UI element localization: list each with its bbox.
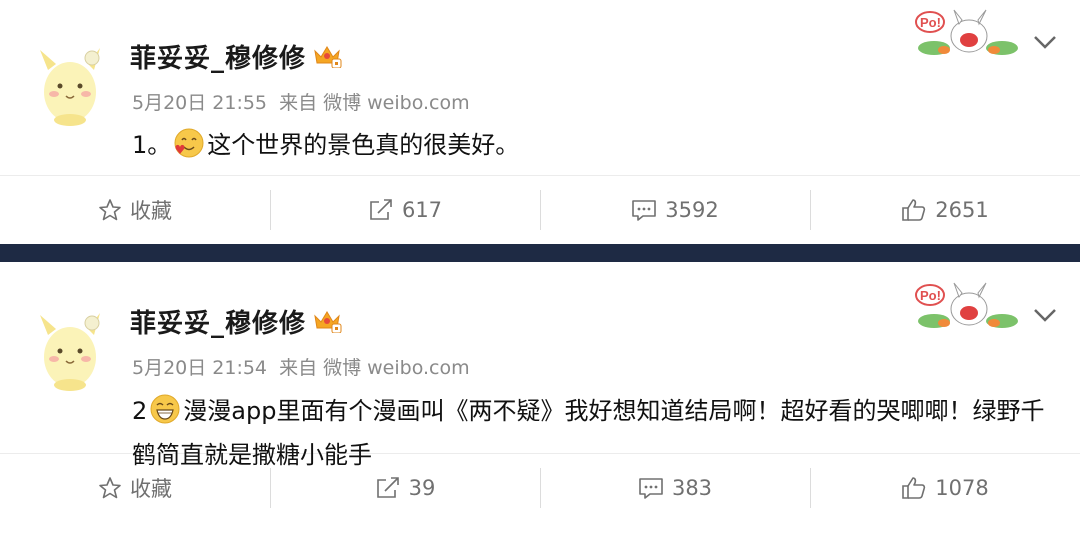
favorite-label: 收藏 — [130, 477, 172, 501]
post-source[interactable]: 微博 weibo.com — [323, 92, 470, 114]
post-time: 21:55 — [212, 92, 268, 114]
chevron-down-icon[interactable] — [1030, 30, 1060, 54]
content-prefix: 2 — [132, 397, 148, 425]
post-body: 菲妥妥_穆修修 5月20日 21:54 来自 微博 weibo.com 2 漫漫ap… — [0, 265, 1080, 469]
star-icon — [99, 477, 121, 499]
username[interactable]: 菲妥妥_穆修修 — [130, 303, 306, 340]
like-button[interactable]: 2651 — [810, 176, 1080, 244]
thumbs-up-icon — [902, 199, 926, 221]
repost-button[interactable]: 39 — [270, 454, 540, 522]
chevron-down-icon[interactable] — [1030, 303, 1060, 327]
post-source[interactable]: 微博 weibo.com — [323, 357, 470, 379]
comment-button[interactable]: 3592 — [540, 176, 810, 244]
sticker-icon: Po! — [915, 282, 1018, 328]
repost-icon — [370, 199, 392, 220]
source-prefix: 来自 — [279, 92, 318, 114]
post-time: 21:54 — [212, 357, 268, 379]
action-bar: 收藏 39 383 1078 — [0, 453, 1080, 522]
content-text: 这个世界的景色真的很美好。 — [207, 131, 520, 159]
favorite-button[interactable]: 收藏 — [0, 454, 270, 522]
source-prefix: 来自 — [279, 357, 318, 379]
comment-count: 3592 — [665, 198, 719, 222]
post-date: 5月20日 — [132, 92, 207, 114]
star-icon — [99, 199, 121, 221]
comment-button[interactable]: 383 — [540, 454, 810, 522]
like-count: 1078 — [935, 476, 989, 500]
repost-button[interactable]: 617 — [270, 176, 540, 244]
like-button[interactable]: 1078 — [810, 454, 1080, 522]
comment-icon — [632, 200, 657, 221]
love-face-emoji-icon — [174, 128, 204, 158]
comment-icon — [639, 478, 663, 499]
content-prefix: 1。 — [132, 131, 172, 159]
like-count: 2651 — [935, 198, 989, 222]
vip-crown-icon — [314, 46, 342, 68]
post-date: 5月20日 — [132, 357, 207, 379]
post-divider — [0, 244, 1080, 262]
sticker-text: Po! — [920, 15, 941, 30]
avatar[interactable] — [30, 305, 110, 391]
favorite-label: 收藏 — [130, 199, 172, 223]
comment-count: 383 — [671, 476, 713, 500]
repost-count: 39 — [408, 476, 436, 500]
grin-face-emoji-icon — [150, 394, 180, 424]
post-content: 1。 这个世界的景色真的很美好。 — [132, 124, 1056, 166]
sticker-icon: Po! — [915, 9, 1018, 55]
repost-count: 617 — [401, 198, 443, 222]
repost-icon — [376, 477, 399, 498]
action-bar: 收藏 617 3592 2651 — [0, 175, 1080, 244]
sticker-text: Po! — [920, 288, 941, 303]
post-meta: 5月20日 21:55 来自 微博 weibo.com — [132, 88, 476, 115]
weibo-post-1: 菲妥妥_穆修修 5月20日 21:55 来自 微博 weibo.com 1。 这个世… — [0, 0, 1080, 244]
post-body: 菲妥妥_穆修修 5月20日 21:55 来自 微博 weibo.com 1。 这个世… — [0, 0, 1080, 175]
thumbs-up-icon — [902, 477, 926, 499]
vip-crown-icon — [314, 311, 342, 333]
weibo-post-2: 菲妥妥_穆修修 5月20日 21:54 来自 微博 weibo.com 2 漫漫ap… — [0, 265, 1080, 522]
avatar[interactable] — [30, 40, 110, 126]
post-meta: 5月20日 21:54 来自 微博 weibo.com — [132, 353, 476, 380]
favorite-button[interactable]: 收藏 — [0, 176, 270, 244]
username[interactable]: 菲妥妥_穆修修 — [130, 38, 306, 75]
